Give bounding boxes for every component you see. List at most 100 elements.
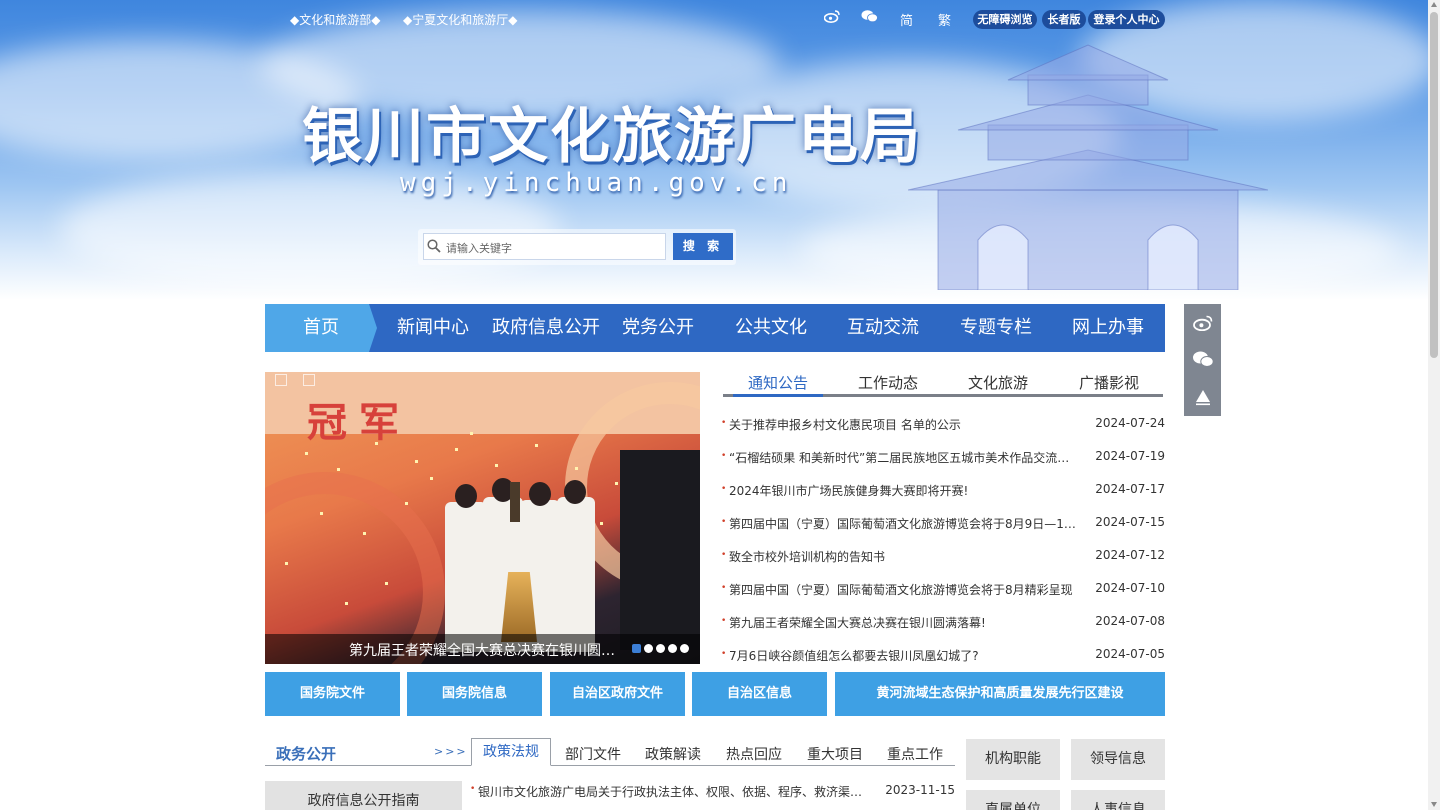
news-title[interactable]: 第四届中国（宁夏）国际葡萄酒文化旅游博览会将于8月精彩呈现 xyxy=(729,581,1081,598)
carousel-dot-4[interactable] xyxy=(668,644,677,653)
scrollbar-thumb[interactable] xyxy=(1430,12,1438,358)
org-functions-button[interactable]: 机构职能 xyxy=(966,739,1060,780)
news-title[interactable]: 第九届王者荣耀全国大赛总决赛在银川圆满落幕! xyxy=(729,614,1081,631)
list-item[interactable]: • 第九届王者荣耀全国大赛总决赛在银川圆满落幕! 2024-07-08 xyxy=(720,613,1165,633)
news-title[interactable]: 第四届中国（宁夏）国际葡萄酒文化旅游博览会将于8月9日—11日举办 xyxy=(729,515,1081,532)
carousel-dot-2[interactable] xyxy=(644,644,653,653)
nav-item-interaction[interactable]: 互动交流 xyxy=(827,304,939,352)
list-item[interactable]: • 关于推荐申报乡村文化惠民项目 名单的公示 2024-07-24 xyxy=(720,415,1165,435)
bullet-icon: • xyxy=(721,418,727,428)
link-ministry-culture-tourism[interactable]: ◆文化和旅游部◆ xyxy=(290,11,380,28)
news-date: 2023-11-15 xyxy=(885,783,955,797)
drum-tower-illustration xyxy=(908,44,1268,290)
main-nav: 首页 新闻中心 政府信息公开 党务公开 公共文化 互动交流 专题专栏 网上办事 xyxy=(265,304,1165,352)
personnel-info-button[interactable]: 人事信息 xyxy=(1071,790,1165,810)
weibo-icon[interactable] xyxy=(823,9,841,27)
news-date: 2024-07-12 xyxy=(1095,548,1165,562)
news-date: 2024-07-05 xyxy=(1095,647,1165,661)
carousel-thumb-1[interactable] xyxy=(275,374,287,386)
gov-info-guide-button[interactable]: 政府信息公开指南 xyxy=(265,781,462,810)
quick-link-region-docs[interactable]: 自治区政府文件 xyxy=(550,672,685,716)
back-to-top-icon[interactable] xyxy=(1184,378,1221,415)
site-title: 银川市文化旅游广电局 xyxy=(302,102,922,172)
gov-open-more-link[interactable]: >>> xyxy=(434,745,468,758)
bullet-icon: • xyxy=(721,451,727,461)
nav-item-party-affairs[interactable]: 党务公开 xyxy=(602,304,714,352)
carousel-banner-text: 冠军 xyxy=(307,399,411,446)
login-button[interactable]: 登录个人中心 xyxy=(1088,10,1165,29)
traditional-chinese-toggle[interactable]: 繁 xyxy=(938,10,951,29)
news-date: 2024-07-10 xyxy=(1095,581,1165,595)
carousel-dot-3[interactable] xyxy=(656,644,665,653)
list-item[interactable]: • 7月6日峡谷颜值组怎么都要去银川凤凰幻城了? 2024-07-05 xyxy=(720,646,1165,666)
list-item[interactable]: • 致全市校外培训机构的告知书 2024-07-12 xyxy=(720,547,1165,567)
list-item[interactable]: • “石榴结硕果 和美新时代”第二届民族地区五城市美术作品交流展开幕 2024-… xyxy=(720,448,1165,468)
bullet-icon: • xyxy=(721,517,727,527)
bullet-icon: • xyxy=(721,550,727,560)
quick-link-state-council-docs[interactable]: 国务院文件 xyxy=(265,672,400,716)
quick-link-region-info[interactable]: 自治区信息 xyxy=(692,672,827,716)
quick-link-yellow-river[interactable]: 黄河流域生态保护和高质量发展先行区建设 xyxy=(835,672,1165,716)
list-item[interactable]: • 银川市文化旅游广电局关于行政执法主体、权限、依据、程序、救济渠道的公示 20… xyxy=(470,783,955,801)
news-title[interactable]: 银川市文化旅游广电局关于行政执法主体、权限、依据、程序、救济渠道的公示 xyxy=(478,783,873,800)
simplified-chinese-toggle[interactable]: 简 xyxy=(900,10,913,29)
list-item[interactable]: • 第四届中国（宁夏）国际葡萄酒文化旅游博览会将于8月9日—11日举办 2024… xyxy=(720,514,1165,534)
nav-item-special-topics[interactable]: 专题专栏 xyxy=(940,304,1052,352)
top-bar: ◆文化和旅游部◆ ◆宁夏文化和旅游厅◆ 简 繁 无障碍浏览 长者版 登录个人中心 xyxy=(0,0,1428,38)
quick-link-state-council-info[interactable]: 国务院信息 xyxy=(407,672,542,716)
link-ningxia-culture-tourism[interactable]: ◆宁夏文化和旅游厅◆ xyxy=(403,11,517,28)
carousel-thumb-2[interactable] xyxy=(303,374,315,386)
nav-item-online-services[interactable]: 网上办事 xyxy=(1052,304,1164,352)
bullet-icon: • xyxy=(721,484,727,494)
tab-notices[interactable]: 通知公告 xyxy=(723,372,833,393)
news-title[interactable]: “石榴结硕果 和美新时代”第二届民族地区五城市美术作品交流展开幕 xyxy=(729,449,1081,466)
news-carousel[interactable]: 冠军 第九届王者荣耀全国大赛总决赛在银川圆满落幕！ xyxy=(265,372,700,664)
list-item[interactable]: • 2024年银川市广场民族健身舞大赛即将开赛! 2024-07-17 xyxy=(720,481,1165,501)
carousel-stage-screen xyxy=(620,450,700,650)
carousel-caption[interactable]: 第九届王者荣耀全国大赛总决赛在银川圆满落幕！ xyxy=(349,640,621,660)
scroll-down-arrow-icon[interactable] xyxy=(1431,802,1437,807)
bullet-icon: • xyxy=(721,649,727,659)
leadership-info-button[interactable]: 领导信息 xyxy=(1071,739,1165,780)
floating-sidebar xyxy=(1184,304,1221,416)
tab-department-docs[interactable]: 部门文件 xyxy=(565,744,621,764)
tab-work-updates[interactable]: 工作动态 xyxy=(833,372,943,393)
tab-culture-tourism[interactable]: 文化旅游 xyxy=(943,372,1053,393)
tab-major-projects[interactable]: 重大项目 xyxy=(807,744,863,764)
elder-mode-button[interactable]: 长者版 xyxy=(1042,10,1086,29)
search-button[interactable]: 搜 索 xyxy=(673,233,733,260)
tab-key-work[interactable]: 重点工作 xyxy=(887,744,943,764)
nav-item-public-culture[interactable]: 公共文化 xyxy=(715,304,827,352)
news-title[interactable]: 致全市校外培训机构的告知书 xyxy=(729,548,1081,565)
tab-policy-interpretation[interactable]: 政策解读 xyxy=(645,744,701,764)
nav-item-home[interactable]: 首页 xyxy=(265,304,377,352)
search-icon xyxy=(427,239,441,253)
news-date: 2024-07-15 xyxy=(1095,515,1165,529)
news-title[interactable]: 关于推荐申报乡村文化惠民项目 名单的公示 xyxy=(729,416,1081,433)
carousel-dot-1[interactable] xyxy=(632,644,641,653)
bullet-icon: • xyxy=(721,616,727,626)
nav-item-gov-info[interactable]: 政府信息公开 xyxy=(490,304,602,352)
news-title[interactable]: 2024年银川市广场民族健身舞大赛即将开赛! xyxy=(729,482,1081,499)
page-scrollbar[interactable] xyxy=(1428,0,1440,810)
weibo-icon[interactable] xyxy=(1184,304,1221,341)
accessibility-button[interactable]: 无障碍浏览 xyxy=(973,10,1037,29)
wechat-icon[interactable] xyxy=(860,9,878,27)
carousel-dot-5[interactable] xyxy=(680,644,689,653)
news-date: 2024-07-08 xyxy=(1095,614,1165,628)
affiliated-units-button[interactable]: 直属单位 xyxy=(966,790,1060,810)
tab-underline-active xyxy=(733,394,823,397)
list-item[interactable]: • 第四届中国（宁夏）国际葡萄酒文化旅游博览会将于8月精彩呈现 2024-07-… xyxy=(720,580,1165,600)
bullet-icon: • xyxy=(470,784,476,794)
news-date: 2024-07-19 xyxy=(1095,449,1165,463)
nav-item-news-center[interactable]: 新闻中心 xyxy=(377,304,489,352)
tab-broadcast-film[interactable]: 广播影视 xyxy=(1054,372,1164,393)
tab-hot-responses[interactable]: 热点回应 xyxy=(726,744,782,764)
news-date: 2024-07-24 xyxy=(1095,416,1165,430)
news-title[interactable]: 7月6日峡谷颜值组怎么都要去银川凤凰幻城了? xyxy=(729,647,1081,664)
gov-open-divider xyxy=(265,765,955,766)
site-url: wgj.yinchuan.gov.cn xyxy=(400,168,793,198)
tab-policy-regulations[interactable]: 政策法规 xyxy=(471,738,551,766)
wechat-icon[interactable] xyxy=(1184,341,1221,378)
scroll-up-arrow-icon[interactable] xyxy=(1431,2,1437,7)
